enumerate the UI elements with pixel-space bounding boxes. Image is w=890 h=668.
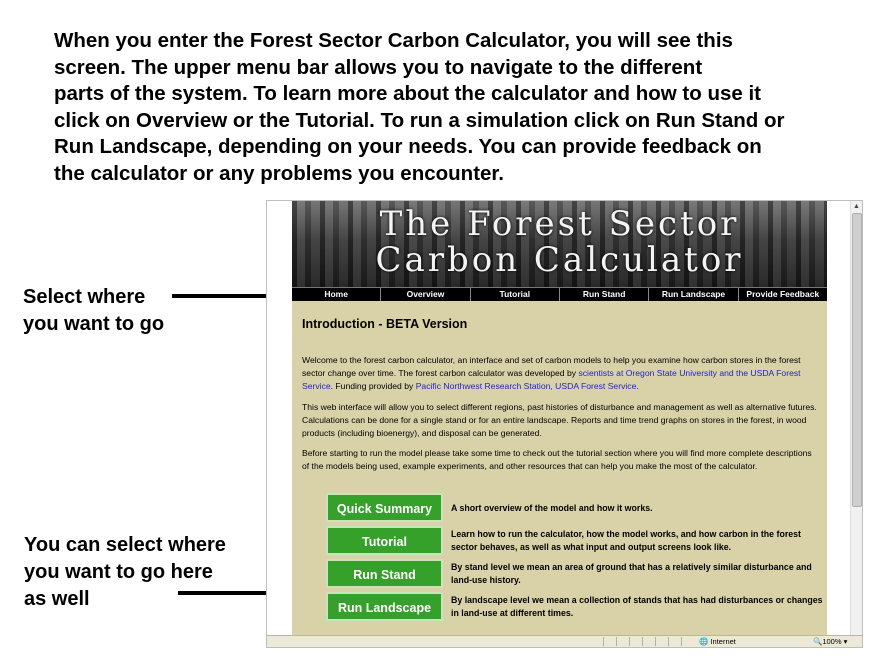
site-banner: The Forest Sector Carbon Calculator: [292, 201, 827, 287]
status-cell: [603, 637, 616, 646]
intro-line: the calculator or any problems you encou…: [54, 161, 504, 185]
interface-paragraph: This web interface will allow you to sel…: [302, 401, 817, 439]
run-landscape-row: Run Landscape By landscape level we mean…: [302, 591, 823, 625]
banner-title-line1: The Forest Sector: [379, 204, 740, 244]
quick-summary-desc: A short overview of the model and how it…: [451, 502, 653, 513]
zoom-control[interactable]: 🔍100% ▾: [813, 636, 847, 647]
intro-line: click on Overview or the Tutorial. To ru…: [54, 108, 785, 132]
callout-line: you want to go here: [24, 561, 213, 583]
top-menu-bar: Home Overview Tutorial Run Stand Run Lan…: [292, 287, 827, 301]
tutorial-paragraph: Before starting to run the model please …: [302, 448, 812, 472]
callout-nav: Select where you want to go: [23, 284, 164, 338]
status-cell: [616, 637, 629, 646]
status-cell: [655, 637, 668, 646]
run-stand-desc: By stand level we mean an area of ground…: [451, 561, 812, 586]
nav-provide-feedback[interactable]: Provide Feedback: [739, 288, 827, 301]
tutorial-button[interactable]: Tutorial: [326, 525, 443, 555]
pnw-station-link[interactable]: Pacific Northwest Research Station, USDA…: [416, 381, 637, 391]
magnifier-icon: 🔍: [813, 637, 823, 646]
run-landscape-desc: By landscape level we mean a collection …: [451, 594, 823, 619]
welcome-paragraph: Welcome to the forest carbon calculator,…: [302, 354, 818, 394]
status-cell: [668, 637, 681, 646]
status-cell: [629, 637, 642, 646]
status-cell: [642, 637, 655, 646]
scroll-thumb[interactable]: [852, 213, 862, 507]
browser-status-bar: 🌐 Internet 🔍100% ▾: [267, 635, 862, 647]
callout-line: Select where: [23, 286, 146, 308]
intro-section: Introduction - BETA Version Welcome to t…: [292, 301, 827, 625]
intro-line: screen. The upper menu bar allows you to…: [54, 55, 703, 79]
intro-line: Run Landscape, depending on your needs. …: [54, 135, 762, 158]
quick-summary-button[interactable]: Quick Summary: [326, 492, 443, 522]
nav-run-stand[interactable]: Run Stand: [560, 288, 650, 301]
nav-overview[interactable]: Overview: [381, 288, 471, 301]
tutorial-row: Tutorial Learn how to run the calculator…: [302, 525, 818, 559]
run-stand-button[interactable]: Run Stand: [326, 558, 443, 588]
zone-label: Internet: [710, 637, 736, 646]
callout-line: you want to go: [23, 313, 165, 335]
tutorial-desc: Learn how to run the calculator, how the…: [451, 528, 801, 553]
nav-run-landscape[interactable]: Run Landscape: [649, 288, 739, 301]
callout-buttons: You can select where you want to go here…: [24, 532, 226, 613]
arrow-to-navbar: [172, 288, 292, 304]
status-cell: [681, 637, 694, 646]
status-cells: [603, 637, 694, 646]
browser-window: The Forest Sector Carbon Calculator Home…: [266, 200, 863, 648]
quick-summary-row: Quick Summary A short overview of the mo…: [302, 492, 818, 526]
funding-text: . Funding provided by: [330, 381, 416, 392]
page-title: Introduction - BETA Version: [302, 317, 468, 331]
slide-intro-text: When you enter the Forest Sector Carbon …: [54, 28, 874, 187]
callout-line: You can select where: [24, 534, 226, 556]
banner-title-line2: Carbon Calculator: [375, 240, 744, 280]
vertical-scrollbar[interactable]: ▲: [850, 201, 862, 635]
nav-home[interactable]: Home: [292, 288, 382, 301]
scroll-up-icon[interactable]: ▲: [852, 202, 861, 211]
security-zone: 🌐 Internet: [699, 636, 736, 647]
intro-line: parts of the system. To learn more about…: [54, 82, 761, 105]
period-text: .: [636, 381, 639, 392]
zoom-level: 100%: [822, 637, 842, 646]
run-stand-row: Run Stand By stand level we mean an area…: [302, 558, 818, 592]
run-landscape-button[interactable]: Run Landscape: [326, 591, 443, 621]
globe-icon: 🌐: [699, 637, 709, 646]
nav-tutorial[interactable]: Tutorial: [471, 288, 560, 301]
page-content: The Forest Sector Carbon Calculator Home…: [292, 201, 827, 635]
intro-line: When you enter the Forest Sector Carbon …: [54, 29, 733, 52]
